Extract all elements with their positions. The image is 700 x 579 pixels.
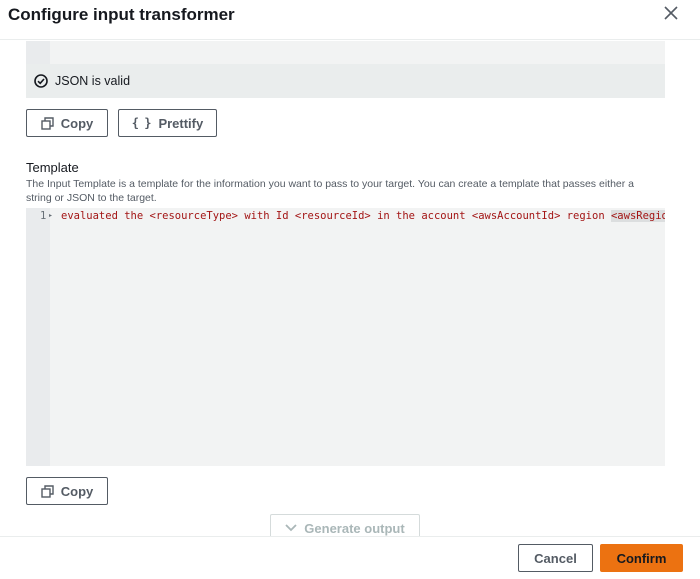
copy-template-label: Copy [60, 483, 94, 499]
copy-input-label: Copy [60, 115, 94, 131]
copy-icon [41, 484, 54, 498]
copy-icon [41, 116, 54, 130]
template-description: The Input Template is a template for the… [26, 178, 634, 204]
line-number: 1 [40, 210, 47, 222]
input-editor[interactable] [50, 41, 665, 64]
template-code-line[interactable]: evaluated the <resourceType> with Id <re… [61, 210, 665, 222]
validation-message: JSON is valid [55, 74, 131, 88]
dialog-title: Configure input transformer [8, 5, 235, 24]
validation-status: JSON is valid [26, 64, 665, 98]
check-circle-icon [34, 74, 48, 88]
template-editor-gutter: 1 ▸ [26, 208, 52, 466]
chevron-down-icon [285, 524, 297, 532]
fold-arrow-icon[interactable]: ▸ [49, 212, 52, 219]
dialog-header: Configure input transformer [0, 0, 700, 40]
copy-input-button[interactable]: Copy [26, 109, 108, 137]
template-editor[interactable]: 1 ▸ evaluated the <resourceType> with Id… [26, 208, 665, 466]
dialog-body: JSON is valid Copy { } Prettify Template… [0, 41, 700, 536]
copy-template-button[interactable]: Copy [26, 477, 108, 505]
template-code-text: evaluated the <resourceType> with Id <re… [61, 210, 611, 222]
dialog-footer: Cancel Confirm [0, 536, 700, 579]
input-editor-gutter [26, 41, 50, 64]
generate-output-label: Generate output [304, 520, 405, 536]
prettify-label: Prettify [158, 115, 204, 131]
prettify-button[interactable]: { } Prettify [118, 109, 217, 137]
generate-output-button[interactable]: Generate output [270, 514, 420, 536]
template-code-selection: <awsRegion> [610, 210, 665, 222]
template-label: Template [26, 160, 79, 175]
confirm-button[interactable]: Confirm [600, 544, 683, 572]
close-icon[interactable] [662, 4, 680, 22]
braces-icon: { } [131, 116, 152, 130]
cancel-button[interactable]: Cancel [518, 544, 593, 572]
